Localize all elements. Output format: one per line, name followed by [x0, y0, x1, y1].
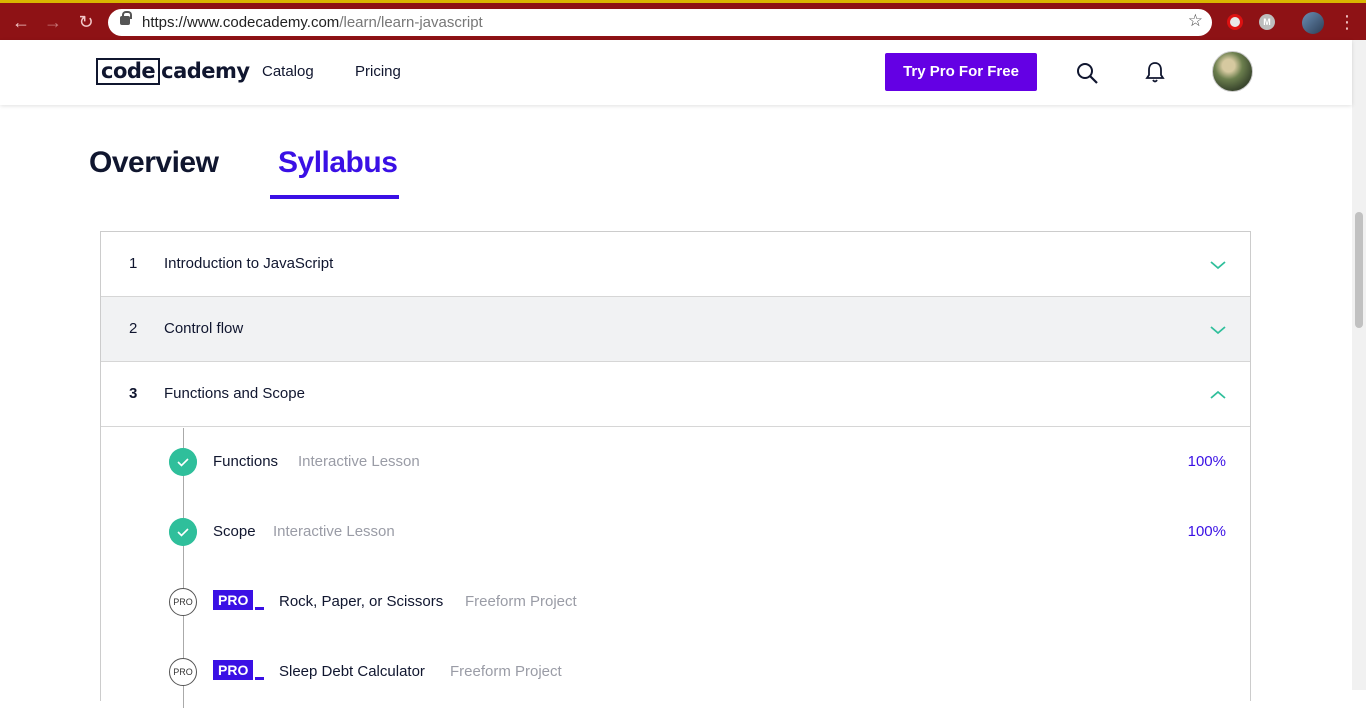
module-number: 3	[129, 385, 138, 402]
lesson-type: Freeform Project	[450, 663, 562, 680]
lesson-progress: 100%	[1187, 523, 1226, 540]
module-row[interactable]: 2 Control flow	[101, 297, 1250, 362]
reload-icon[interactable]: ↻	[75, 11, 97, 33]
complete-check-icon	[169, 448, 197, 476]
scrollbar-thumb[interactable]	[1355, 212, 1363, 328]
module-row[interactable]: 3 Functions and Scope	[101, 362, 1250, 427]
lesson-name[interactable]: Scope	[213, 523, 256, 540]
user-avatar[interactable]	[1212, 51, 1253, 92]
module-title: Control flow	[164, 320, 244, 337]
lesson-row[interactable]: Functions Interactive Lesson 100%	[101, 442, 1250, 482]
pro-badge: PRO	[213, 590, 254, 610]
pro-badge-underscore	[255, 677, 264, 680]
nav-catalog-link[interactable]: Catalog	[262, 63, 314, 80]
nav-pricing-link[interactable]: Pricing	[355, 63, 401, 80]
logo-rest-text: cademy	[161, 59, 250, 83]
lesson-name[interactable]: Functions	[213, 453, 278, 470]
extension-m-icon[interactable]: M	[1259, 14, 1275, 30]
browser-chrome: ← → ↻ https://www.codecademy.com/learn/l…	[0, 0, 1366, 40]
tab-overview[interactable]: Overview	[89, 146, 219, 180]
pro-badge-underscore	[255, 607, 264, 610]
extension-icon[interactable]	[1227, 14, 1243, 30]
complete-check-icon	[169, 518, 197, 546]
lesson-type: Interactive Lesson	[298, 453, 420, 470]
try-pro-button[interactable]: Try Pro For Free	[885, 53, 1037, 91]
kebab-menu-icon[interactable]: ⋮	[1338, 12, 1356, 32]
lesson-row[interactable]: PRO PRO Sleep Debt Calculator Freeform P…	[101, 652, 1250, 692]
lesson-row[interactable]: Scope Interactive Lesson 100%	[101, 512, 1250, 552]
address-bar[interactable]: https://www.codecademy.com/learn/learn-j…	[108, 9, 1212, 36]
lock-icon	[120, 11, 132, 25]
page-scrollbar[interactable]	[1352, 40, 1366, 690]
chevron-down-icon[interactable]	[1210, 257, 1226, 273]
lesson-name[interactable]: Rock, Paper, or Scissors	[279, 593, 443, 610]
module-title: Functions and Scope	[164, 385, 305, 402]
url-text[interactable]: https://www.codecademy.com/learn/learn-j…	[142, 14, 483, 31]
profile-avatar[interactable]	[1302, 12, 1324, 34]
search-icon[interactable]	[1076, 62, 1098, 84]
syllabus-accordion: 1 Introduction to JavaScript 2 Control f…	[100, 231, 1251, 708]
back-icon[interactable]: ←	[10, 11, 32, 33]
lesson-row[interactable]: PRO PRO Rock, Paper, or Scissors Freefor…	[101, 582, 1250, 622]
module-title: Introduction to JavaScript	[164, 255, 334, 272]
lesson-type: Interactive Lesson	[273, 523, 395, 540]
lesson-type: Freeform Project	[465, 593, 577, 610]
url-path: /learn/learn-javascript	[339, 14, 483, 31]
forward-icon[interactable]: →	[42, 11, 64, 33]
logo-box-text: code	[96, 57, 161, 85]
site-header: code cademy Catalog Pricing Try Pro For F…	[0, 40, 1352, 105]
pro-status-icon: PRO	[169, 588, 197, 616]
module-row[interactable]: 1 Introduction to JavaScript	[101, 232, 1250, 297]
lesson-name[interactable]: Sleep Debt Calculator	[279, 663, 425, 680]
bookmark-star-icon[interactable]: ☆	[1188, 11, 1203, 31]
active-tab-indicator	[270, 195, 399, 199]
bell-icon[interactable]	[1145, 61, 1165, 83]
lesson-progress: 100%	[1187, 453, 1226, 470]
module-number: 1	[129, 255, 138, 272]
url-host: https://www.codecademy.com	[142, 14, 340, 31]
codecademy-logo[interactable]: code cademy	[96, 57, 250, 85]
tab-syllabus[interactable]: Syllabus	[278, 146, 398, 180]
module-number: 2	[129, 320, 138, 337]
chevron-up-icon[interactable]	[1210, 387, 1226, 403]
chevron-down-icon[interactable]	[1210, 322, 1226, 338]
pro-status-icon: PRO	[169, 658, 197, 686]
pro-badge: PRO	[213, 660, 254, 680]
